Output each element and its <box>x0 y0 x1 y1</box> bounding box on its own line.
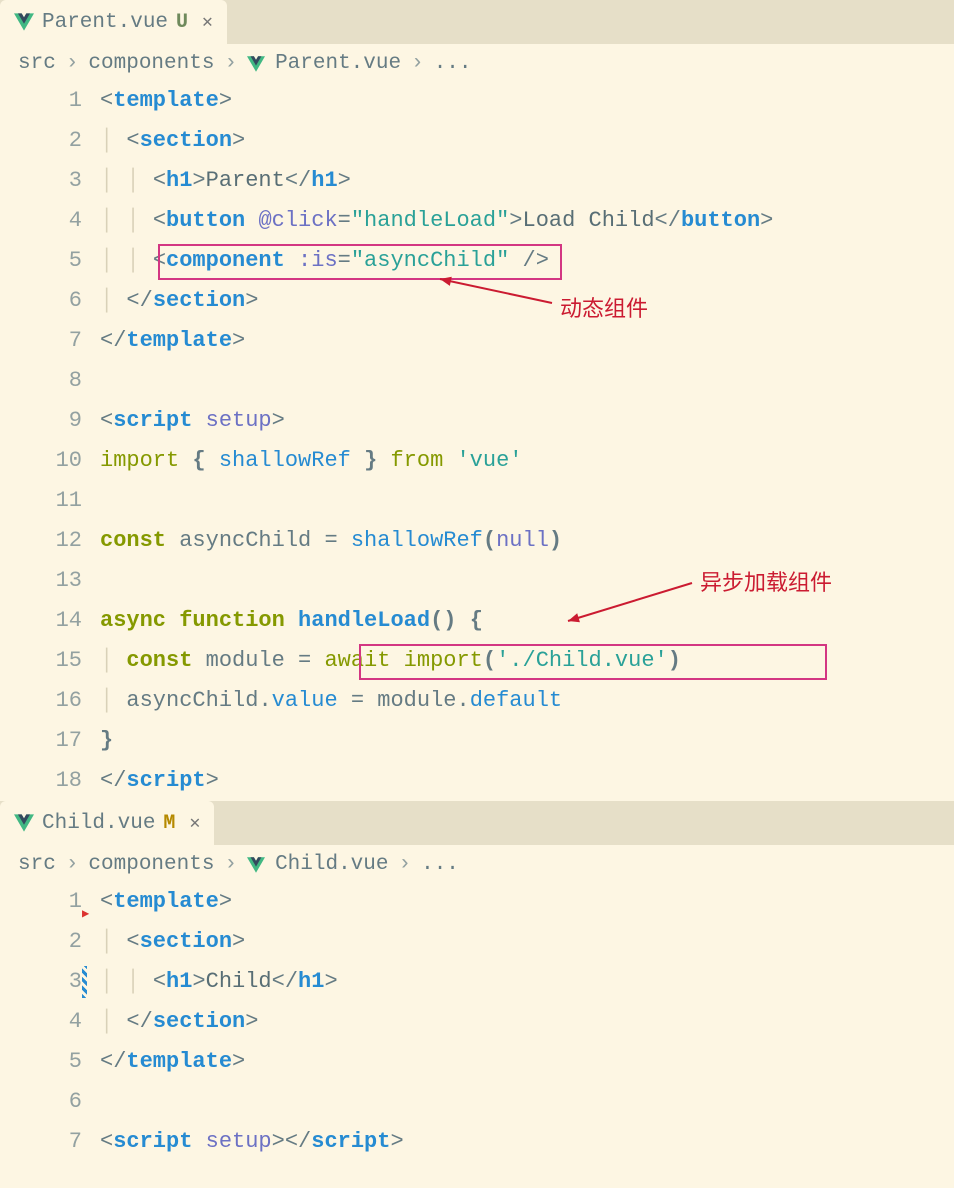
vue-file-icon <box>247 55 265 73</box>
chevron-right-icon: › <box>411 52 424 75</box>
vue-file-icon <box>247 856 265 874</box>
editor-tab[interactable]: Child.vue M ✕ <box>0 801 214 845</box>
breadcrumb-segment[interactable]: src <box>18 853 56 876</box>
chevron-right-icon: › <box>224 853 237 876</box>
code-area[interactable]: 动态组件异步加载组件<template>│ <section>│ │ <h1>P… <box>100 81 954 801</box>
breadcrumb-segment[interactable]: src <box>18 52 56 75</box>
line-number-gutter[interactable]: 123456789101112131415161718 <box>0 81 100 801</box>
line-number[interactable]: 6 <box>0 1082 82 1122</box>
breadcrumb-file[interactable]: Parent.vue <box>275 52 401 75</box>
code-line[interactable]: │ const module = await import('./Child.v… <box>100 641 954 681</box>
tab-filename: Child.vue <box>42 812 155 835</box>
line-number[interactable]: 8 <box>0 361 82 401</box>
vue-file-icon <box>14 12 34 32</box>
line-number[interactable]: 13 <box>0 561 82 601</box>
code-line[interactable]: │ │ <h1>Child</h1> <box>100 962 954 1002</box>
editor-tab[interactable]: Parent.vue U ✕ <box>0 0 227 44</box>
line-number[interactable]: 14 <box>0 601 82 641</box>
breadcrumb[interactable]: src › components › Child.vue ›... <box>0 845 954 882</box>
line-number[interactable]: 5 <box>0 241 82 281</box>
chevron-right-icon: › <box>224 52 237 75</box>
code-line[interactable]: } <box>100 721 954 761</box>
code-line[interactable]: │ │ <button @click="handleLoad">Load Chi… <box>100 201 954 241</box>
modified-line-indicator[interactable] <box>82 966 87 998</box>
editor-pane: Child.vue M ✕ src › components › Child.vue ›... 1… <box>0 801 954 1162</box>
line-number[interactable]: 11 <box>0 481 82 521</box>
code-area[interactable]: <template>│ <section>│ │ <h1>Child</h1>│… <box>100 882 954 1162</box>
code-line[interactable]: │ │ <component :is="asyncChild" /> <box>100 241 954 281</box>
editor-pane: Parent.vue U ✕ src › components › Parent.vue ›..… <box>0 0 954 801</box>
code-line[interactable]: <template> <box>100 81 954 121</box>
code-line[interactable]: const asyncChild = shallowRef(null) <box>100 521 954 561</box>
line-number[interactable]: 1 <box>0 81 82 121</box>
editor-body: 1234567▶<template>│ <section>│ │ <h1>Chi… <box>0 882 954 1162</box>
line-number[interactable]: 16 <box>0 681 82 721</box>
tab-vcs-status: U <box>176 11 188 34</box>
code-line[interactable]: │ <section> <box>100 922 954 962</box>
breadcrumb-segment[interactable]: components <box>88 52 214 75</box>
line-number[interactable]: 18 <box>0 761 82 801</box>
editor-body: 123456789101112131415161718 动态组件异步加载组件<t… <box>0 81 954 801</box>
breadcrumb-segment[interactable]: components <box>88 853 214 876</box>
breadcrumb[interactable]: src › components › Parent.vue ›... <box>0 44 954 81</box>
line-number[interactable]: 2 <box>0 121 82 161</box>
line-number[interactable]: 3 <box>0 161 82 201</box>
line-number[interactable]: 3 <box>0 962 82 1002</box>
line-number[interactable]: 15 <box>0 641 82 681</box>
breadcrumb-symbol[interactable]: ... <box>434 52 472 75</box>
code-line[interactable]: │ <section> <box>100 121 954 161</box>
code-line[interactable]: │ asyncChild.value = module.default <box>100 681 954 721</box>
tab-vcs-status: M <box>163 812 175 835</box>
line-number[interactable]: 2 <box>0 922 82 962</box>
chevron-right-icon: › <box>66 853 79 876</box>
code-line[interactable]: │ │ <h1>Parent</h1> <box>100 161 954 201</box>
line-number[interactable]: 4 <box>0 1002 82 1042</box>
line-number[interactable]: 17 <box>0 721 82 761</box>
tab-bar: Parent.vue U ✕ <box>0 0 954 44</box>
code-line[interactable]: async function handleLoad() { <box>100 601 954 641</box>
chevron-right-icon: › <box>398 853 411 876</box>
code-line[interactable]: <script setup> <box>100 401 954 441</box>
code-line[interactable]: │ </section> <box>100 1002 954 1042</box>
line-number-gutter[interactable]: 1234567 <box>0 882 100 1162</box>
tab-filename: Parent.vue <box>42 11 168 34</box>
code-line[interactable]: </script> <box>100 761 954 801</box>
code-line[interactable]: │ </section> <box>100 281 954 321</box>
collapse-marker-icon[interactable]: ▶ <box>82 906 89 921</box>
line-number[interactable]: 6 <box>0 281 82 321</box>
line-number[interactable]: 12 <box>0 521 82 561</box>
code-line[interactable]: </template> <box>100 321 954 361</box>
line-number[interactable]: 1 <box>0 882 82 922</box>
code-line[interactable]: import { shallowRef } from 'vue' <box>100 441 954 481</box>
line-number[interactable]: 4 <box>0 201 82 241</box>
code-line[interactable]: <template> <box>100 882 954 922</box>
line-number[interactable]: 7 <box>0 321 82 361</box>
code-line[interactable]: </template> <box>100 1042 954 1082</box>
line-number[interactable]: 9 <box>0 401 82 441</box>
code-line[interactable]: <script setup></script> <box>100 1122 954 1162</box>
tab-bar: Child.vue M ✕ <box>0 801 954 845</box>
chevron-right-icon: › <box>66 52 79 75</box>
vue-file-icon <box>14 813 34 833</box>
breadcrumb-file[interactable]: Child.vue <box>275 853 388 876</box>
close-icon[interactable]: ✕ <box>202 11 213 33</box>
close-icon[interactable]: ✕ <box>189 812 200 834</box>
line-number[interactable]: 5 <box>0 1042 82 1082</box>
line-number[interactable]: 7 <box>0 1122 82 1162</box>
breadcrumb-symbol[interactable]: ... <box>421 853 459 876</box>
line-number[interactable]: 10 <box>0 441 82 481</box>
